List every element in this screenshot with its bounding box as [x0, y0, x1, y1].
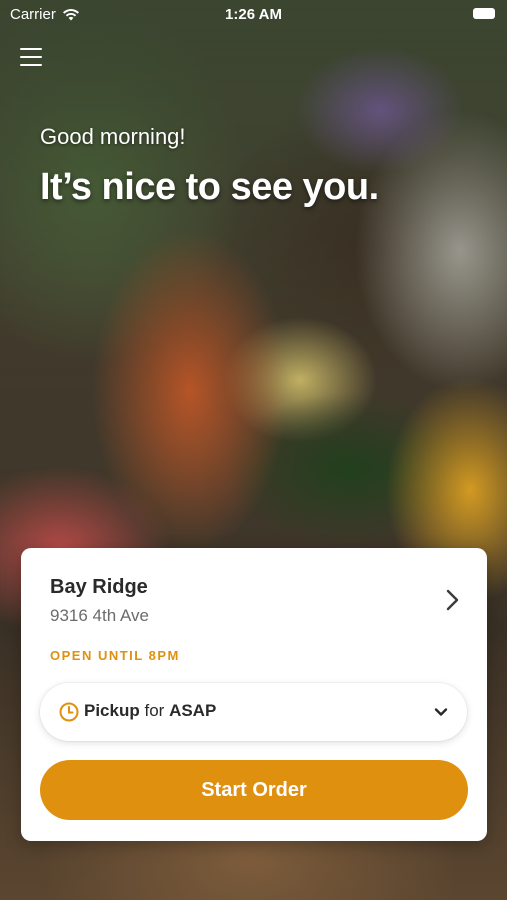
greeting-text: Good morning! — [40, 124, 186, 149]
store-address: 9316 4th Ave — [50, 606, 149, 625]
location-card: Bay Ridge 9316 4th Ave OPEN UNTIL 8PM Pi… — [21, 548, 487, 841]
store-name: Bay Ridge — [50, 576, 148, 598]
open-hours-status: OPEN UNTIL 8PM — [50, 648, 180, 663]
start-order-button[interactable]: Start Order — [40, 760, 468, 820]
order-mode-label: Pickup for ASAP — [84, 701, 216, 721]
order-mode-time: ASAP — [169, 701, 217, 720]
clock-icon — [59, 702, 79, 722]
status-bar: Carrier 1:26 AM — [0, 0, 507, 30]
store-selector[interactable]: Bay Ridge 9316 4th Ave — [21, 548, 487, 638]
status-time: 1:26 AM — [225, 6, 282, 23]
chevron-down-icon — [434, 708, 448, 716]
battery-icon — [473, 8, 495, 19]
headline-text: It’s nice to see you. — [40, 166, 379, 208]
order-mode-connector: for — [144, 701, 165, 720]
chevron-right-icon — [446, 589, 459, 611]
order-mode-type: Pickup — [84, 701, 140, 720]
hamburger-menu-icon[interactable] — [20, 48, 42, 68]
order-mode-select[interactable]: Pickup for ASAP — [40, 683, 467, 741]
